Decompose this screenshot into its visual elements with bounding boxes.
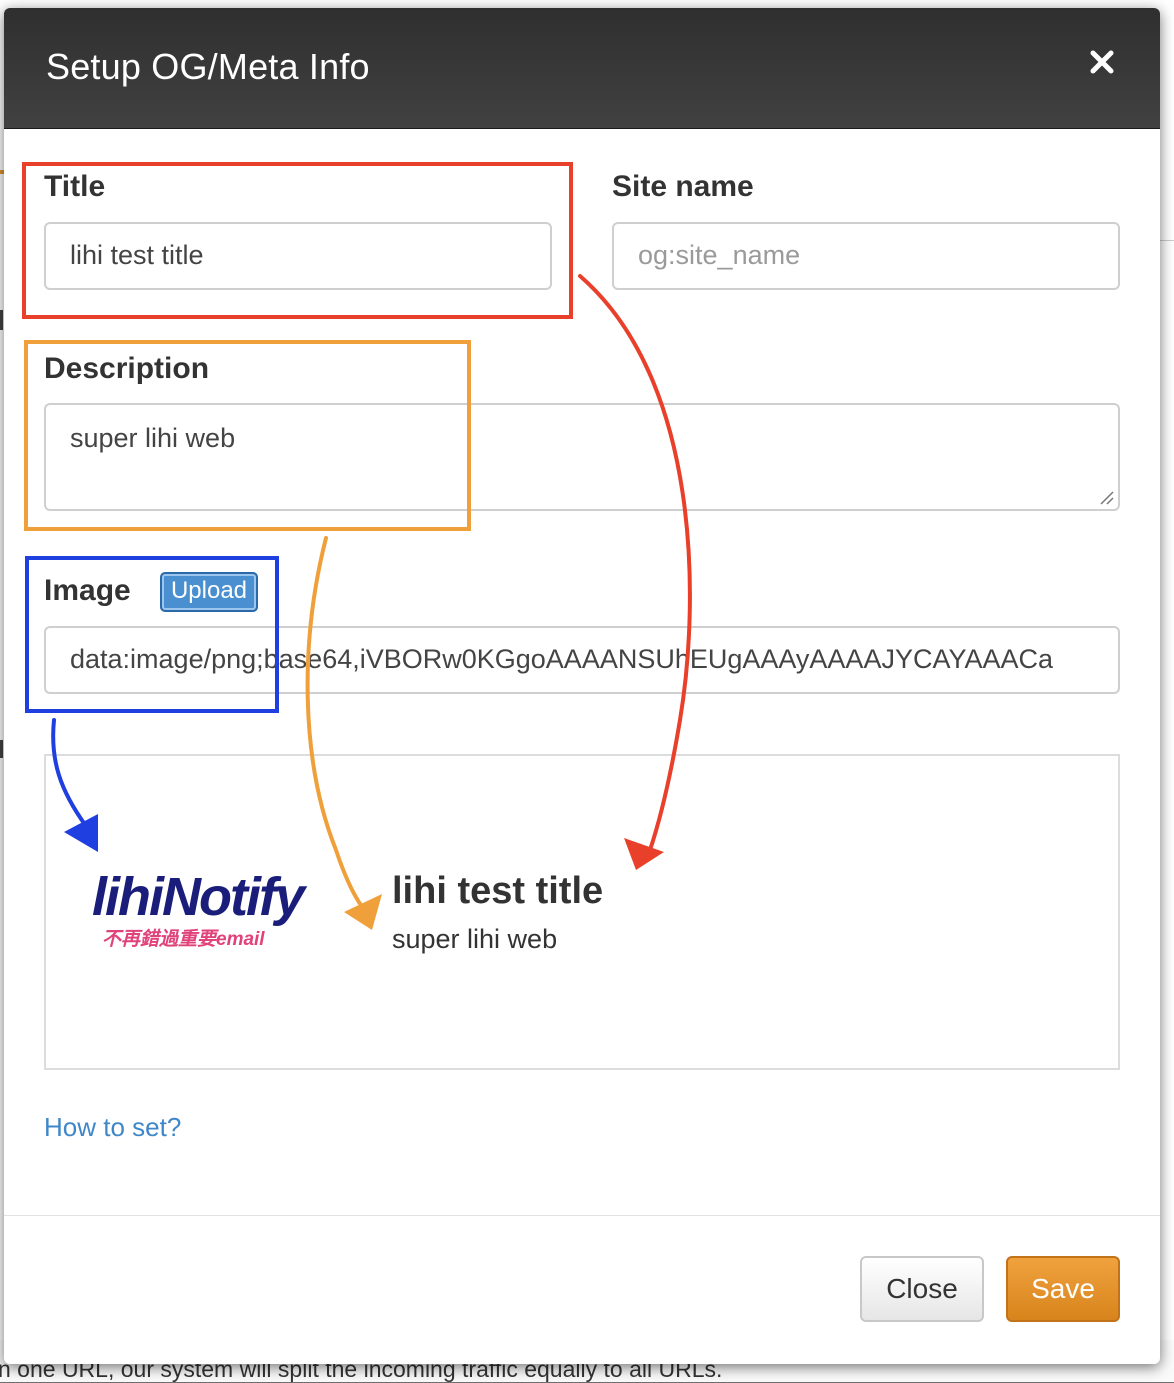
title-label: Title bbox=[44, 170, 106, 203]
title-input[interactable]: lihi test title bbox=[44, 222, 552, 290]
image-url-input[interactable]: data:image/png;base64,iVBORw0KGgoAAAANSU… bbox=[44, 626, 1120, 694]
preview-logo: lihiNotify bbox=[92, 867, 305, 927]
preview-title: lihi test title bbox=[392, 870, 604, 912]
modal-footer-divider bbox=[4, 1215, 1160, 1216]
background-edge-mark bbox=[0, 740, 3, 758]
how-to-set-link[interactable]: How to set? bbox=[44, 1112, 181, 1143]
close-icon[interactable] bbox=[1084, 44, 1120, 80]
description-textarea[interactable]: super lihi web bbox=[44, 403, 1120, 511]
background-edge-mark bbox=[0, 310, 3, 330]
image-label: Image bbox=[44, 574, 131, 607]
description-text: super lihi web bbox=[70, 423, 236, 453]
site-name-input[interactable]: og:site_name bbox=[612, 222, 1120, 290]
background-edge-line bbox=[1160, 240, 1174, 241]
preview-description: super lihi web bbox=[392, 924, 558, 954]
og-preview-card: lihiNotify 不再錯過重要email lihi test title s… bbox=[44, 754, 1120, 1070]
close-button[interactable]: Close bbox=[860, 1256, 984, 1322]
site-name-label: Site name bbox=[612, 170, 754, 203]
resize-grip-icon[interactable] bbox=[1098, 489, 1114, 505]
upload-button[interactable]: Upload bbox=[160, 572, 258, 612]
og-meta-modal: Setup OG/Meta Info Title lihi test title… bbox=[4, 8, 1160, 1364]
save-button[interactable]: Save bbox=[1006, 1256, 1120, 1322]
preview-logo-tagline: 不再錯過重要email bbox=[102, 929, 265, 950]
modal-title: Setup OG/Meta Info bbox=[46, 46, 370, 87]
description-label: Description bbox=[44, 352, 210, 385]
modal-header: Setup OG/Meta Info bbox=[4, 8, 1160, 129]
